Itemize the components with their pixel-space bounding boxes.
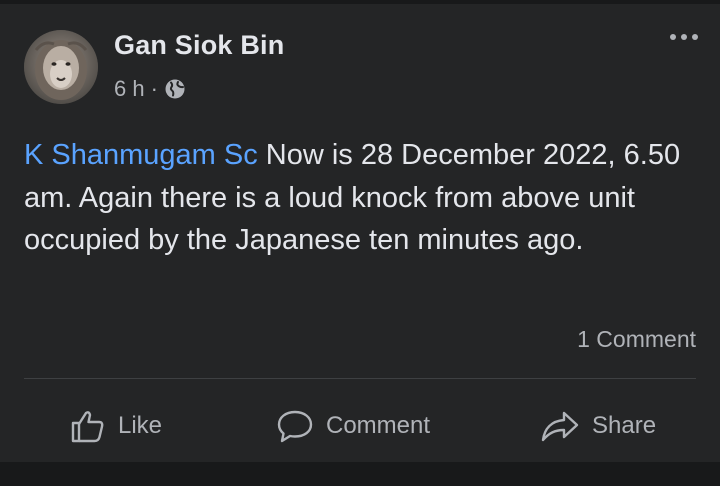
feed-page: Gan Siok Bin 6 h · K Shanmugam Sc Now is…: [0, 0, 720, 486]
globe-icon: [164, 78, 186, 100]
dot: [681, 34, 687, 40]
dot: [670, 34, 676, 40]
post-meta: 6 h ·: [114, 76, 186, 102]
more-options-button[interactable]: [670, 34, 698, 40]
divider: [24, 378, 696, 379]
author-name[interactable]: Gan Siok Bin: [114, 30, 284, 61]
lion-avatar-image: [24, 30, 98, 104]
comment-bubble-icon: [276, 408, 314, 444]
comment-button[interactable]: Comment: [276, 400, 430, 452]
like-label: Like: [118, 412, 163, 439]
thumbs-up-icon: [70, 408, 106, 444]
comment-count[interactable]: 1 Comment: [577, 326, 696, 353]
share-button[interactable]: Share: [540, 400, 656, 452]
avatar[interactable]: [24, 30, 98, 104]
meta-separator: ·: [150, 76, 158, 101]
post-card: Gan Siok Bin 6 h · K Shanmugam Sc Now is…: [0, 4, 720, 462]
comment-label: Comment: [326, 412, 431, 439]
like-button[interactable]: Like: [70, 400, 162, 452]
post-body: K Shanmugam Sc Now is 28 December 2022, …: [24, 134, 704, 262]
share-label: Share: [592, 412, 657, 439]
mention-link[interactable]: K Shanmugam Sc: [24, 139, 258, 171]
dot: [692, 34, 698, 40]
share-arrow-icon: [540, 408, 580, 444]
post-time[interactable]: 6 h: [114, 76, 145, 102]
action-bar: Like Comment Share: [0, 400, 720, 452]
